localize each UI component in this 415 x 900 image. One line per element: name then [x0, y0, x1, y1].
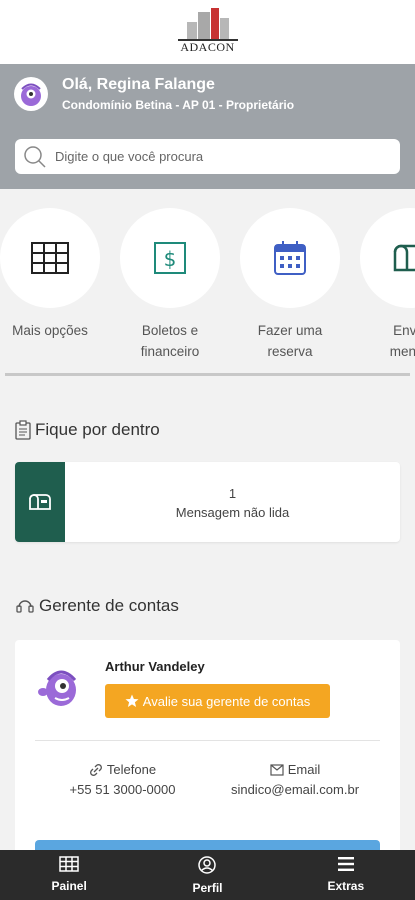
action-label: Boletos e financeiro — [140, 323, 200, 359]
email-value: sindico@email.com.br — [230, 782, 360, 797]
action-label: Fazer uma reserva — [257, 323, 323, 359]
manager-divider — [35, 740, 380, 741]
calendar-icon — [274, 241, 306, 275]
user-unit: Condomínio Betina - AP 01 - Proprietário — [62, 98, 295, 112]
phone-contact[interactable]: Telefone +55 51 3000-0000 — [55, 760, 190, 800]
envelope-icon — [270, 764, 284, 776]
menu-icon — [337, 857, 354, 871]
email-label: Email — [287, 762, 321, 777]
news-title: Fique por dentro — [35, 420, 160, 439]
tab-painel[interactable]: Painel — [9, 850, 129, 900]
manager-avatar — [38, 670, 77, 706]
tab-label: Extras — [327, 879, 365, 893]
app-header: ADACON — [0, 0, 415, 64]
search-box[interactable] — [15, 139, 400, 174]
tab-label: Perfil — [192, 881, 223, 895]
logo-text: ADACON — [177, 39, 238, 54]
rate-manager-button[interactable]: Avalie sua gerente de contas — [105, 684, 330, 718]
search-area — [0, 124, 415, 189]
manager-name: Arthur Vandeley — [105, 659, 205, 674]
email-contact[interactable]: Email sindico@email.com.br — [220, 760, 370, 800]
link-icon — [89, 764, 102, 776]
rate-button-label: Avalie sua gerente de contas — [142, 693, 311, 709]
user-bar: Olá, Regina Falange Condomínio Betina - … — [0, 64, 415, 124]
user-circle-icon — [198, 856, 217, 874]
tab-extras[interactable]: Extras — [286, 850, 406, 900]
news-section-title: Fique por dentro — [15, 420, 160, 440]
phone-label: Telefone — [106, 762, 157, 777]
grid-icon — [59, 856, 79, 872]
action-mais-opcoes[interactable]: Mais opções — [0, 208, 100, 341]
actions-divider — [5, 373, 410, 376]
tab-label: Painel — [51, 879, 87, 893]
message-card-side — [15, 462, 65, 542]
action-reserva[interactable]: Fazer uma reserva — [240, 208, 340, 362]
search-icon — [24, 145, 46, 168]
grid-icon — [31, 242, 69, 274]
headset-icon — [16, 600, 34, 613]
quick-actions: Mais opções $ Boletos e financeiro Fazer… — [0, 208, 415, 368]
unread-message-card[interactable]: 1 Mensagem não lida — [15, 462, 400, 542]
bottom-tab-bar: Painel Perfil Extras — [0, 850, 415, 900]
manager-section-title: Gerente de contas — [15, 596, 179, 616]
phone-value: +55 51 3000-0000 — [69, 782, 176, 797]
clipboard-icon — [15, 420, 31, 440]
monster-avatar-icon — [21, 83, 41, 106]
tab-perfil[interactable]: Perfil — [147, 850, 267, 900]
user-greeting: Olá, Regina Falange — [62, 76, 215, 93]
avatar[interactable] — [14, 77, 48, 111]
manager-title: Gerente de contas — [39, 596, 179, 615]
action-envie-mensagem[interactable]: Envie mensa — [360, 208, 415, 362]
mailbox-icon — [393, 244, 415, 272]
account-manager-card: Arthur Vandeley Avalie sua gerente de co… — [15, 640, 400, 860]
action-label: Envie mensa — [389, 323, 415, 359]
dollar-icon: $ — [154, 242, 186, 274]
unread-label: Mensagem não lida — [175, 505, 290, 520]
mailbox-icon — [29, 494, 51, 510]
svg-text:$: $ — [164, 247, 177, 271]
adacon-logo: ADACON — [177, 8, 238, 54]
search-input[interactable] — [55, 149, 375, 164]
action-boletos[interactable]: $ Boletos e financeiro — [120, 208, 220, 362]
unread-count: 1 — [228, 486, 237, 501]
action-label: Mais opções — [12, 323, 88, 338]
star-icon — [125, 694, 139, 707]
